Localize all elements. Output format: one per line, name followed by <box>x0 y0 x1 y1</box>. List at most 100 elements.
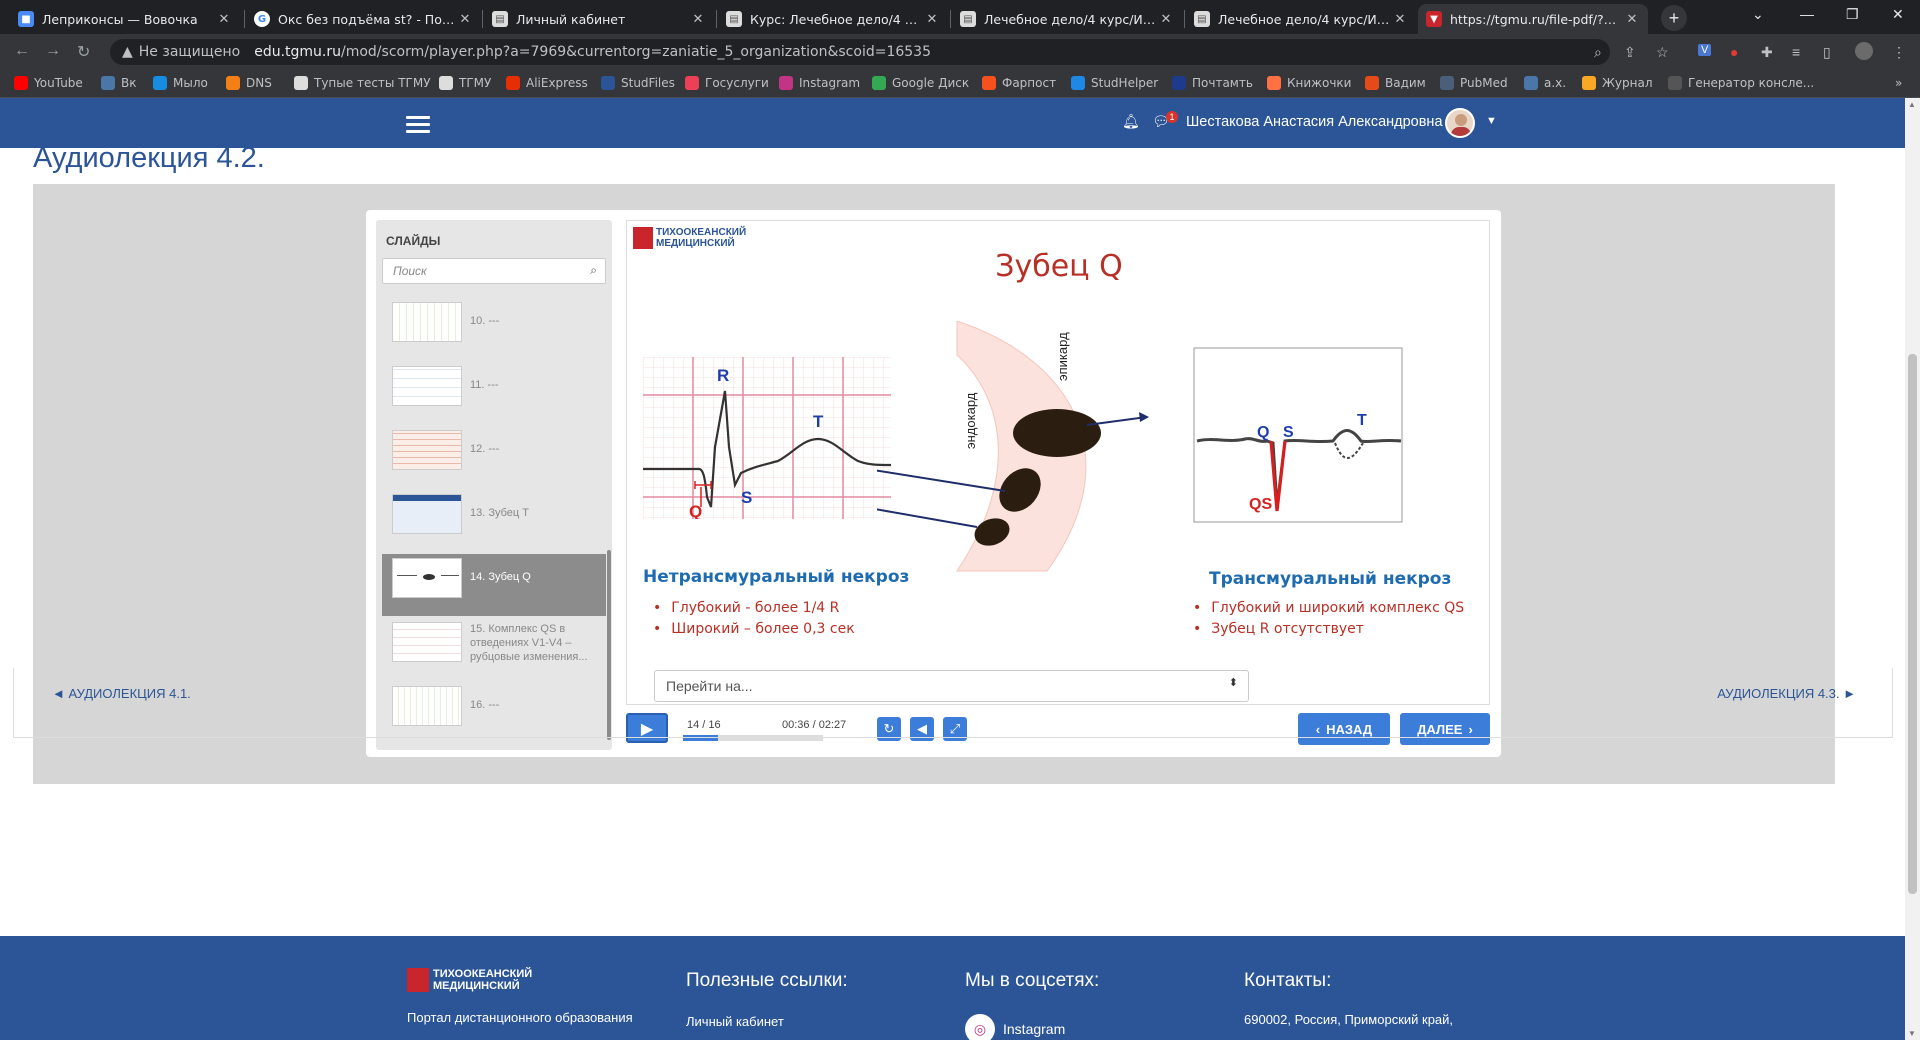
aliexpress-icon <box>506 76 520 90</box>
profile-avatar[interactable] <box>1855 42 1873 60</box>
slides-heading: СЛАЙДЫ <box>386 234 441 248</box>
reading-list-icon[interactable]: ≡ <box>1792 44 1800 60</box>
social-heading: Мы в соцсетях: <box>965 970 1100 991</box>
forward-arrow-icon[interactable]: → <box>45 42 61 60</box>
close-icon[interactable]: ✕ <box>1158 12 1174 27</box>
tab-0[interactable]: ■ Леприконсы — Вовочка ✕ <box>10 4 240 34</box>
bookmark-mail2[interactable]: Почтамть <box>1172 76 1253 90</box>
bookmark-vadim[interactable]: Вадим <box>1365 76 1426 90</box>
tab-6-active[interactable]: ▼ https://tgmu.ru/file-pdf/?file=20 ✕ <box>1418 4 1648 34</box>
prev-lesson-link[interactable]: ◄ АУДИОЛЕКЦИЯ 4.1. <box>52 686 191 701</box>
bookmark-star-icon[interactable]: ☆ <box>1656 44 1669 61</box>
bookmark-mail[interactable]: Мыло <box>153 76 208 90</box>
tab-4[interactable]: ▤ Лечебное дело/4 курс/Инстру ✕ <box>952 4 1182 34</box>
bookmark-generator[interactable]: Генератор консле... <box>1668 76 1814 90</box>
bookmark-youtube[interactable]: YouTube <box>14 76 83 90</box>
close-icon[interactable]: ✕ <box>457 12 473 27</box>
scroll-up-icon[interactable]: ▲ <box>1908 100 1916 109</box>
hamburger-menu-icon[interactable] <box>406 116 430 134</box>
menu-dots-icon[interactable]: ⋮ <box>1892 44 1906 61</box>
page-scrollbar[interactable]: ▲ ▼ <box>1905 98 1920 1040</box>
restore-icon[interactable]: ❐ <box>1846 6 1859 23</box>
adblock-icon[interactable]: ● <box>1730 44 1738 60</box>
next-lesson-link[interactable]: АУДИОЛЕКЦИЯ 4.3. ► <box>1717 686 1856 701</box>
bookmark-aliexpress[interactable]: AliExpress <box>506 76 588 90</box>
personal-account-link[interactable]: Личный кабинет <box>686 1014 784 1029</box>
slide-thumbnail <box>392 302 462 342</box>
slide-item-11[interactable]: 11. --- <box>382 362 606 424</box>
book-icon <box>1267 76 1281 90</box>
studhelper-icon <box>1071 76 1085 90</box>
browser-tab-bar: ■ Леприконсы — Вовочка ✕ G Окс без подъё… <box>0 0 1920 34</box>
tab-5[interactable]: ▤ Лечебное дело/4 курс/Инстру ✕ <box>1186 4 1416 34</box>
pubmed-icon <box>1440 76 1454 90</box>
bookmark-label: PubMed <box>1460 76 1508 90</box>
bookmark-instagram[interactable]: Instagram <box>779 76 860 90</box>
portal-name: Портал дистанционного образования <box>407 1010 633 1025</box>
slide-item-13[interactable]: 13. Зубец Т <box>382 490 606 552</box>
studfiles-icon <box>601 76 615 90</box>
farpost-icon <box>982 76 996 90</box>
close-window-icon[interactable]: ✕ <box>1892 6 1904 23</box>
bookmark-label: YouTube <box>34 76 83 90</box>
slide-item-10[interactable]: 10. --- <box>382 298 606 360</box>
slide-item-14-selected[interactable]: 14. Зубец Q <box>382 554 606 616</box>
search-icon[interactable]: ⌕ <box>590 263 597 278</box>
scroll-down-icon[interactable]: ▼ <box>1908 1029 1916 1038</box>
bookmark-google-drive[interactable]: Google Диск <box>872 76 969 90</box>
page-icon: ▤ <box>726 11 742 27</box>
slide-item-12[interactable]: 12. --- <box>382 426 606 488</box>
tab-title: Лечебное дело/4 курс/Инстру <box>984 11 1158 27</box>
bookmark-ax[interactable]: а.х. <box>1524 76 1566 90</box>
avatar[interactable] <box>1445 108 1475 138</box>
bookmark-books[interactable]: Книжочки <box>1267 76 1351 90</box>
user-name[interactable]: Шестакова Анастасия Александровна <box>1186 114 1443 130</box>
back-arrow-icon[interactable]: ← <box>14 42 30 60</box>
url-host: edu.tgmu.ru <box>254 44 341 60</box>
tab-1[interactable]: G Окс без подъёма st? - Поиск в ✕ <box>246 4 481 34</box>
bookmark-label: Книжочки <box>1287 76 1352 90</box>
more-bookmarks-icon[interactable]: » <box>1895 76 1902 90</box>
close-icon[interactable]: ✕ <box>1392 12 1408 27</box>
extensions-puzzle-icon[interactable]: ✚ <box>1761 44 1773 61</box>
bookmark-label: Генератор консле... <box>1688 76 1815 90</box>
share-icon[interactable]: ⇪ <box>1624 44 1636 61</box>
bookmark-pubmed[interactable]: PubMed <box>1440 76 1508 90</box>
search-placeholder: Поиск <box>393 264 427 278</box>
close-icon[interactable]: ✕ <box>924 12 940 27</box>
url-input[interactable]: ▲ Не защищено edu.tgmu.ru /mod/scorm/pla… <box>110 39 1610 65</box>
minimize-icon[interactable]: — <box>1800 6 1814 22</box>
chevron-down-icon[interactable]: ▼ <box>1486 115 1497 127</box>
tab-3[interactable]: ▤ Курс: Лечебное дело/4 курс/И ✕ <box>718 4 948 34</box>
bookmark-label: Google Диск <box>892 76 970 90</box>
bookmark-journal[interactable]: Журнал <box>1582 76 1653 90</box>
side-panel-icon[interactable]: ▯ <box>1823 44 1831 61</box>
tab-title: https://tgmu.ru/file-pdf/?file=20 <box>1450 11 1624 27</box>
scrollbar-thumb[interactable] <box>1908 354 1917 894</box>
tab-2[interactable]: ▤ Личный кабинет ✕ <box>484 4 714 34</box>
tab-search-icon[interactable]: ⌄ <box>1752 6 1764 23</box>
slide-label: 14. Зубец Q <box>470 571 531 583</box>
bookmark-tests[interactable]: Тупые тесты ТГМУ <box>294 76 431 90</box>
bookmark-dns[interactable]: DNS <box>226 76 272 90</box>
bookmark-farpost[interactable]: Фарпост <box>982 76 1056 90</box>
bookmark-vk[interactable]: Вк <box>101 76 136 90</box>
new-tab-button[interactable]: + <box>1661 5 1687 31</box>
page-icon <box>439 76 453 90</box>
close-icon[interactable]: ✕ <box>1624 12 1640 27</box>
bookmark-studfiles[interactable]: StudFiles <box>601 76 675 90</box>
extension-v-icon[interactable]: V <box>1698 44 1712 56</box>
bell-icon[interactable]: 🔔︎ <box>1122 113 1140 130</box>
close-icon[interactable]: ✕ <box>690 12 706 27</box>
zoom-icon[interactable]: ⌕ <box>1594 44 1602 61</box>
slide-thumbnail <box>392 366 462 406</box>
bookmark-gosuslugi[interactable]: Госуслуги <box>685 76 769 90</box>
slide-thumbnail <box>392 558 462 598</box>
folder-icon <box>1365 76 1379 90</box>
bookmark-tgmu[interactable]: ТГМУ <box>439 76 491 90</box>
close-icon[interactable]: ✕ <box>216 12 232 27</box>
slide-search-input[interactable]: Поиск ⌕ <box>382 258 606 284</box>
jump-to-select[interactable]: Перейти на... ⬍ <box>654 670 1249 702</box>
bookmark-studhelper[interactable]: StudHelper <box>1071 76 1158 90</box>
reload-icon[interactable]: ↻ <box>77 42 90 62</box>
